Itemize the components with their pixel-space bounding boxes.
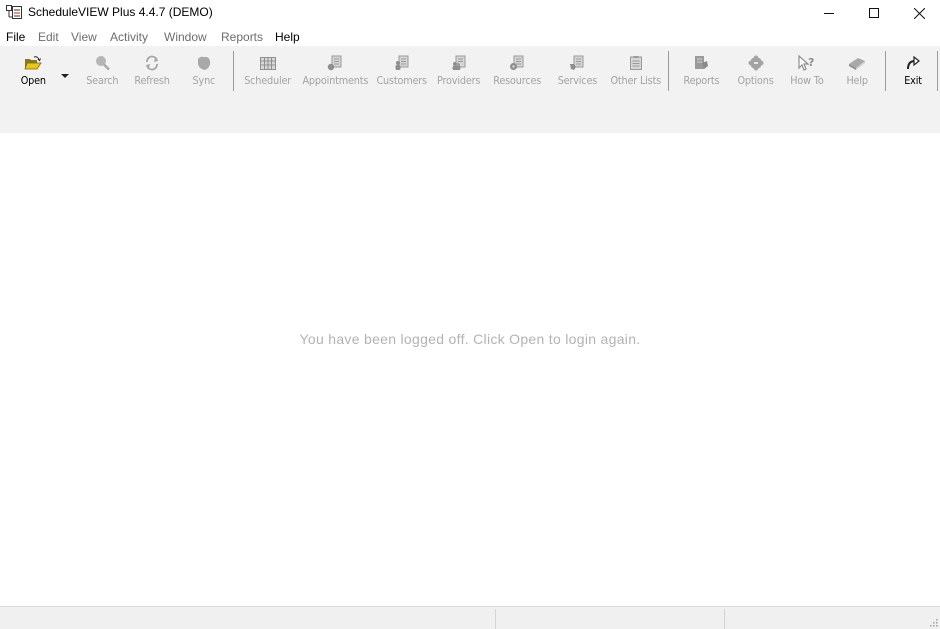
sync-button[interactable]: Sync xyxy=(189,54,219,90)
help-button[interactable]: Help xyxy=(843,54,871,90)
maximize-icon xyxy=(869,8,879,18)
services-label: Services xyxy=(557,74,597,87)
menu-bar: File Edit View Activity Window Reports H… xyxy=(0,28,940,46)
grid-calendar-icon xyxy=(258,54,278,72)
svg-text:?: ? xyxy=(808,56,814,69)
resize-grip-icon[interactable] xyxy=(928,617,938,627)
toolbar-separator xyxy=(233,51,234,91)
minimize-icon xyxy=(824,13,834,14)
report-icon xyxy=(691,54,711,72)
toolbar: Open Search Refresh Sync Scheduler Appoi… xyxy=(0,46,940,133)
minimize-button[interactable] xyxy=(806,0,852,26)
how-to-button[interactable]: ? How To xyxy=(786,54,828,90)
exit-arrow-icon xyxy=(903,54,923,72)
folder-open-icon xyxy=(23,54,43,72)
search-button[interactable]: Search xyxy=(84,54,120,90)
refresh-icon xyxy=(142,54,162,72)
menu-view[interactable]: View xyxy=(71,30,97,44)
exit-button[interactable]: Exit xyxy=(902,54,924,90)
sync-icon xyxy=(194,54,214,72)
status-pane xyxy=(724,609,925,629)
options-button[interactable]: Options xyxy=(736,54,776,90)
clipboard-clock-icon xyxy=(325,54,345,72)
menu-help[interactable]: Help xyxy=(275,30,300,44)
open-dropdown-button[interactable] xyxy=(61,66,69,84)
toolbar-separator xyxy=(885,51,886,91)
providers-label: Providers xyxy=(437,74,481,87)
book-icon xyxy=(847,54,867,72)
status-bar xyxy=(0,606,940,629)
magnifier-icon xyxy=(92,54,112,72)
toolbar-separator xyxy=(937,51,938,91)
scheduler-button[interactable]: Scheduler xyxy=(243,54,293,90)
help-label: Help xyxy=(846,74,868,87)
clipboard-list-icon xyxy=(626,54,646,72)
other-lists-button[interactable]: Other Lists xyxy=(609,54,663,90)
menu-file[interactable]: File xyxy=(6,30,25,44)
gear-icon xyxy=(746,54,766,72)
refresh-label: Refresh xyxy=(134,74,170,87)
clipboard-person-icon xyxy=(392,54,412,72)
chevron-down-icon xyxy=(61,74,69,78)
close-button[interactable] xyxy=(896,0,940,26)
sync-label: Sync xyxy=(192,74,216,87)
clipboard-tool-icon xyxy=(567,54,587,72)
toolbar-separator xyxy=(668,51,669,91)
menu-edit[interactable]: Edit xyxy=(38,30,59,44)
clipboard-people-icon xyxy=(449,54,469,72)
exit-label: Exit xyxy=(904,74,922,87)
reports-button[interactable]: Reports xyxy=(680,54,722,90)
title-bar: ScheduleVIEW Plus 4.4.7 (DEMO) xyxy=(0,0,940,26)
options-label: Options xyxy=(737,74,775,87)
providers-button[interactable]: Providers xyxy=(435,54,483,90)
maximize-button[interactable] xyxy=(851,0,897,26)
app-icon xyxy=(6,5,22,19)
refresh-button[interactable]: Refresh xyxy=(132,54,172,90)
scheduler-label: Scheduler xyxy=(244,74,292,87)
logged-off-message: You have been logged off. Click Open to … xyxy=(299,331,641,347)
appointments-label: Appointments xyxy=(302,74,368,87)
customers-label: Customers xyxy=(376,74,428,87)
open-button[interactable]: Open xyxy=(18,54,48,90)
status-pane xyxy=(495,609,724,629)
menu-activity[interactable]: Activity xyxy=(110,30,148,44)
pointer-question-icon: ? xyxy=(797,54,817,72)
open-label: Open xyxy=(20,74,46,87)
search-label: Search xyxy=(85,74,119,87)
menu-reports[interactable]: Reports xyxy=(221,30,263,44)
customers-button[interactable]: Customers xyxy=(376,54,428,90)
resources-button[interactable]: Resources xyxy=(490,54,544,90)
resources-label: Resources xyxy=(493,74,541,87)
clipboard-gear-icon xyxy=(507,54,527,72)
menu-window[interactable]: Window xyxy=(164,30,207,44)
how-to-label: How To xyxy=(790,74,824,87)
close-icon xyxy=(913,7,925,19)
appointments-button[interactable]: Appointments xyxy=(301,54,369,90)
reports-label: Reports xyxy=(683,74,719,87)
main-content-area: You have been logged off. Click Open to … xyxy=(0,133,940,606)
other-lists-label: Other Lists xyxy=(610,74,662,87)
window-title: ScheduleVIEW Plus 4.4.7 (DEMO) xyxy=(28,5,213,19)
services-button[interactable]: Services xyxy=(554,54,600,90)
